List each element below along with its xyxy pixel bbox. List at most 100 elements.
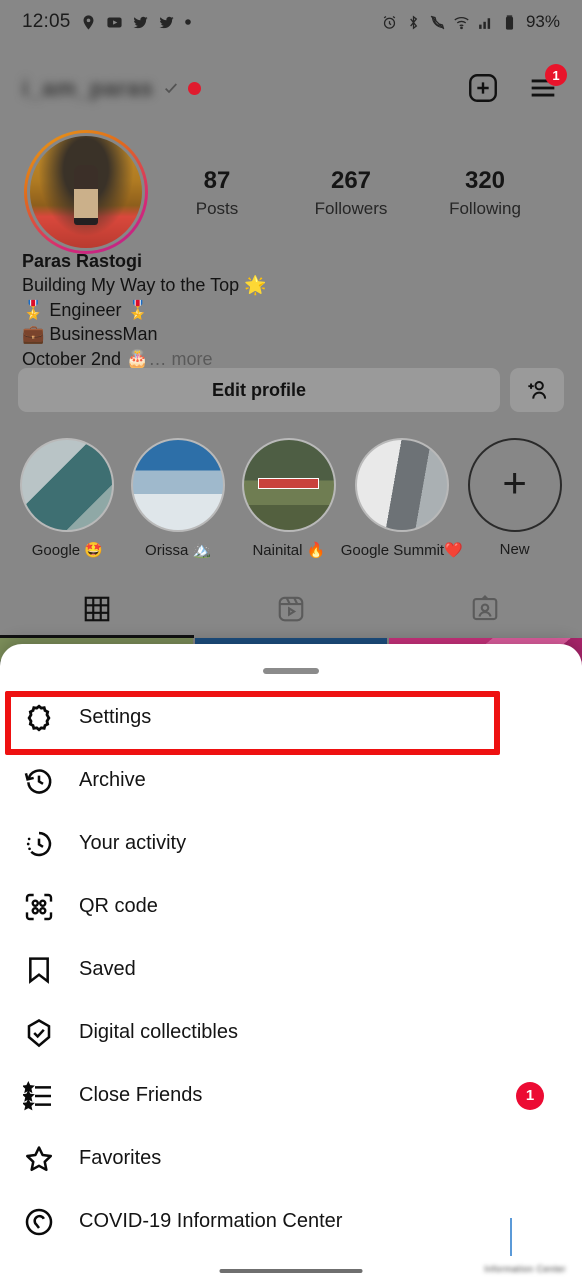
- star-icon: [22, 1142, 56, 1176]
- profile-header-row: 87 Posts 267 Followers 320 Following: [0, 130, 582, 254]
- wifi-icon: [453, 14, 470, 31]
- tagged-person-icon: [472, 594, 498, 621]
- call-mute-icon: [429, 14, 446, 31]
- menu-item-digital-collectibles[interactable]: Digital collectibles: [0, 1001, 582, 1064]
- highlight-item[interactable]: Google Summit❤️: [341, 438, 463, 559]
- battery-icon: [501, 14, 518, 31]
- menu-item-covid-info[interactable]: COVID-19 Information Center: [0, 1190, 582, 1253]
- following-label: Following: [449, 198, 521, 218]
- bio-line-1: Building My Way to the Top 🌟: [22, 275, 267, 296]
- location-pin-icon: [80, 14, 97, 31]
- tab-tagged[interactable]: [388, 580, 582, 638]
- avatar-image: [27, 133, 145, 251]
- profile-bio: Paras Rastogi Building My Way to the Top…: [22, 249, 560, 371]
- grid-icon: [84, 596, 110, 622]
- menu-item-label: Your activity: [79, 832, 187, 854]
- story-highlights: Google 🤩 Orissa 🏔️ Nainital 🔥 Google Sum…: [0, 438, 582, 559]
- check-icon: [164, 83, 177, 94]
- covid-info-icon: [22, 1205, 56, 1239]
- menu-item-close-friends[interactable]: Close Friends 1: [0, 1064, 582, 1127]
- profile-stats: 87 Posts 267 Followers 320 Following: [150, 166, 558, 219]
- plus-icon: +: [467, 438, 562, 532]
- alarm-icon: [381, 14, 398, 31]
- battery-percentage: 93%: [525, 12, 560, 31]
- twitter-icon: [158, 14, 175, 31]
- dot-icon: [184, 18, 192, 26]
- menu-item-settings[interactable]: Settings: [0, 686, 582, 749]
- highlight-item[interactable]: Orissa 🏔️: [123, 438, 234, 559]
- highlight-label: Google 🤩: [31, 542, 103, 559]
- home-indicator: [219, 1269, 363, 1273]
- followers-label: Followers: [314, 198, 388, 218]
- profile-tab-bar: [0, 580, 582, 638]
- posts-count: 87: [203, 166, 231, 194]
- stat-posts[interactable]: 87 Posts: [150, 166, 284, 219]
- hamburger-menu-icon[interactable]: 1: [526, 64, 567, 105]
- bio-last-line: October 2nd 🎂: [22, 348, 149, 369]
- cellular-signal-icon: [477, 14, 494, 31]
- top-nav-actions: 1: [466, 64, 567, 105]
- profile-top-nav: i_am_paras 1: [0, 58, 582, 118]
- bio-more-link[interactable]: … more: [148, 349, 212, 369]
- tab-reels[interactable]: [194, 580, 388, 638]
- username-area[interactable]: i_am_paras: [22, 75, 201, 102]
- avatar-person-shape: [74, 165, 98, 226]
- menu-item-favorites[interactable]: Favorites: [0, 1127, 582, 1190]
- bio-line-3: 💼 BusinessMan: [22, 324, 158, 345]
- following-count: 320: [464, 166, 506, 194]
- menu-item-your-activity[interactable]: Your activity: [0, 812, 582, 875]
- highlight-sign-shape: [258, 477, 320, 489]
- plus-square-icon[interactable]: [466, 71, 500, 105]
- profile-action-row: Edit profile: [18, 368, 564, 412]
- status-time: 12:05: [22, 11, 71, 32]
- status-bar-right: 93%: [381, 12, 560, 32]
- menu-item-archive[interactable]: Archive: [0, 749, 582, 812]
- highlight-label: Orissa 🏔️: [145, 542, 212, 559]
- menu-item-label: Close Friends: [79, 1084, 203, 1106]
- menu-item-label: Saved: [79, 958, 136, 980]
- red-dot-icon: [187, 81, 201, 95]
- menu-item-label: Favorites: [79, 1147, 162, 1169]
- bookmark-icon: [22, 953, 56, 987]
- archive-clock-icon: [22, 764, 56, 798]
- status-bar: 12:05 93%: [0, 0, 582, 44]
- edit-profile-button[interactable]: Edit profile: [18, 368, 500, 412]
- close-friends-list-icon: [22, 1079, 56, 1113]
- bio-line-2: 🎖️ Engineer 🎖️: [22, 299, 149, 320]
- highlight-cover: [241, 438, 336, 532]
- profile-display-name: Paras Rastogi: [22, 251, 143, 271]
- menu-notification-badge: 1: [545, 64, 567, 86]
- bluetooth-icon: [405, 14, 422, 31]
- menu-item-label: QR code: [79, 895, 158, 917]
- activity-clock-icon: [22, 827, 56, 861]
- menu-item-label: Digital collectibles: [79, 1021, 238, 1043]
- avatar[interactable]: [24, 130, 148, 254]
- menu-list: Settings Archive Your activity QR code S…: [0, 686, 582, 1253]
- menu-item-label: COVID-19 Information Center: [79, 1210, 343, 1232]
- highlight-label: Nainital 🔥: [252, 542, 326, 559]
- menu-item-qr-code[interactable]: QR code: [0, 875, 582, 938]
- menu-item-saved[interactable]: Saved: [0, 938, 582, 1001]
- menu-bottom-sheet: Settings Archive Your activity QR code S…: [0, 644, 582, 1286]
- highlight-label: New: [499, 541, 530, 558]
- stat-followers[interactable]: 267 Followers: [284, 166, 418, 219]
- text-cursor: [510, 1218, 512, 1256]
- highlight-cover: [354, 438, 449, 532]
- highlight-item[interactable]: Google 🤩: [12, 438, 123, 559]
- youtube-icon: [106, 14, 123, 31]
- highlight-label: Google Summit❤️: [340, 542, 463, 559]
- tab-grid[interactable]: [0, 580, 194, 638]
- highlight-cover: [131, 438, 226, 532]
- drag-handle[interactable]: [263, 668, 319, 674]
- highlight-item-new[interactable]: + New: [459, 438, 570, 559]
- close-friends-badge: 1: [516, 1081, 544, 1110]
- add-person-icon[interactable]: [510, 368, 564, 412]
- reels-icon: [278, 596, 304, 622]
- settings-gear-icon: [22, 701, 56, 735]
- posts-label: Posts: [195, 198, 239, 218]
- followers-count: 267: [330, 166, 372, 194]
- phone-screen: 12:05 93% i_am_paras 1 87 Posts 267 Foll…: [0, 0, 582, 1286]
- blurred-footer-text: Information Center: [484, 1264, 566, 1274]
- stat-following[interactable]: 320 Following: [418, 166, 552, 219]
- highlight-item[interactable]: Nainital 🔥: [234, 438, 345, 559]
